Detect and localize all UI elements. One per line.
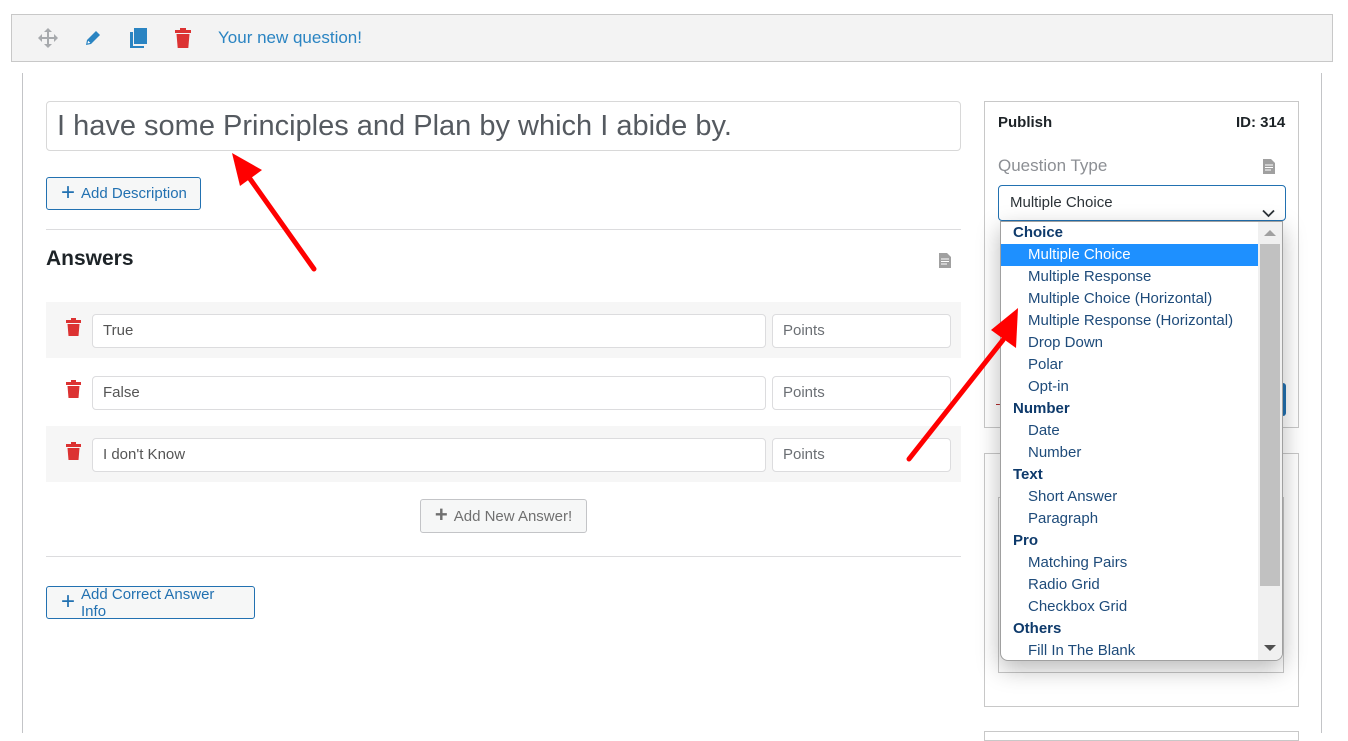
dropdown-option[interactable]: Paragraph <box>1001 508 1259 530</box>
dropdown-option[interactable]: Drop Down <box>1001 332 1259 354</box>
scroll-up-arrow-icon[interactable] <box>1264 230 1276 236</box>
dropdown-option[interactable]: Checkbox Grid <box>1001 596 1259 618</box>
add-correct-answer-info-button[interactable]: + Add Correct Answer Info <box>46 585 255 620</box>
answer-text-input[interactable]: True <box>92 314 766 348</box>
delete-answer-icon[interactable] <box>66 442 81 465</box>
points-input[interactable]: Points <box>772 438 951 472</box>
dropdown-group-label: Others <box>1013 620 1062 637</box>
dropdown-option[interactable]: Radio Grid <box>1001 574 1259 596</box>
question-title-label[interactable]: Your new question! <box>218 28 362 48</box>
scroll-down-arrow-icon[interactable] <box>1264 645 1276 651</box>
dropdown-group-label: Text <box>1013 466 1043 483</box>
divider <box>46 556 961 557</box>
dropdown-option[interactable]: Date <box>1001 420 1259 442</box>
add-correct-answer-info-label: Add Correct Answer Info <box>81 585 215 620</box>
answer-text-input[interactable]: False <box>92 376 766 410</box>
dropdown-options: Choice Multiple Choice Multiple Response Mu… <box>1001 222 1259 660</box>
answer-row: False Points <box>46 364 961 420</box>
question-type-select[interactable]: Multiple Choice <box>998 185 1286 221</box>
delete-answer-icon[interactable] <box>66 380 81 403</box>
dropdown-option[interactable]: Multiple Choice (Horizontal) <box>1001 288 1259 310</box>
publish-label: Publish <box>998 114 1053 131</box>
question-title-input[interactable]: I have some Principles and Plan by which… <box>46 101 961 151</box>
add-description-button[interactable]: + Add Description <box>46 177 201 210</box>
answer-row: True Points <box>46 302 961 358</box>
dropdown-option[interactable]: Multiple Choice <box>1001 244 1259 266</box>
plus-icon: + <box>61 178 76 206</box>
plus-icon: + <box>434 502 448 527</box>
document-icon[interactable] <box>939 253 951 268</box>
dropdown-option[interactable]: Matching Pairs <box>1001 552 1259 574</box>
copy-icon[interactable] <box>126 26 150 50</box>
dropdown-group-label: Number <box>1013 400 1070 417</box>
scrollbar-thumb[interactable] <box>1260 244 1280 586</box>
question-type-value: Multiple Choice <box>1010 194 1113 211</box>
document-icon[interactable] <box>1263 159 1275 174</box>
panel-border-right <box>1321 73 1322 733</box>
dropdown-group-label: Pro <box>1013 532 1039 549</box>
divider <box>46 229 961 230</box>
dropdown-option[interactable]: Multiple Response <box>1001 266 1259 288</box>
dropdown-option[interactable]: Multiple Response (Horizontal) <box>1001 310 1259 332</box>
points-input[interactable]: Points <box>772 314 951 348</box>
move-icon[interactable] <box>36 26 60 50</box>
dropdown-option[interactable]: Number <box>1001 442 1259 464</box>
answer-row: I don't Know Points <box>46 426 961 482</box>
panel-border-left <box>22 73 23 733</box>
trash-icon[interactable] <box>171 26 195 50</box>
delete-answer-icon[interactable] <box>66 318 81 341</box>
dropdown-option[interactable]: Fill In The Blank <box>1001 640 1259 660</box>
add-description-label: Add Description <box>81 185 187 202</box>
dropdown-option[interactable]: Polar <box>1001 354 1259 376</box>
points-input[interactable]: Points <box>772 376 951 410</box>
question-type-label: Question Type <box>998 156 1108 175</box>
dropdown-scrollbar[interactable] <box>1258 222 1282 660</box>
dropdown-group-label: Choice <box>1013 224 1064 241</box>
plus-icon: + <box>61 587 76 615</box>
dropdown-option[interactable]: Opt-in <box>1001 376 1259 398</box>
pencil-icon[interactable] <box>81 26 105 50</box>
add-new-answer-button[interactable]: + Add New Answer! <box>420 499 587 533</box>
question-id-label: ID: 314 <box>1236 114 1286 131</box>
question-type-dropdown[interactable]: Choice Multiple Choice Multiple Response Mu… <box>1000 221 1283 661</box>
dropdown-option[interactable]: Short Answer <box>1001 486 1259 508</box>
answers-heading: Answers <box>46 247 134 270</box>
add-new-answer-label: Add New Answer! <box>453 507 573 525</box>
answer-text-input[interactable]: I don't Know <box>92 438 766 472</box>
question-toolbar: Your new question! <box>11 14 1333 62</box>
arrow-to-question-title <box>232 153 317 272</box>
